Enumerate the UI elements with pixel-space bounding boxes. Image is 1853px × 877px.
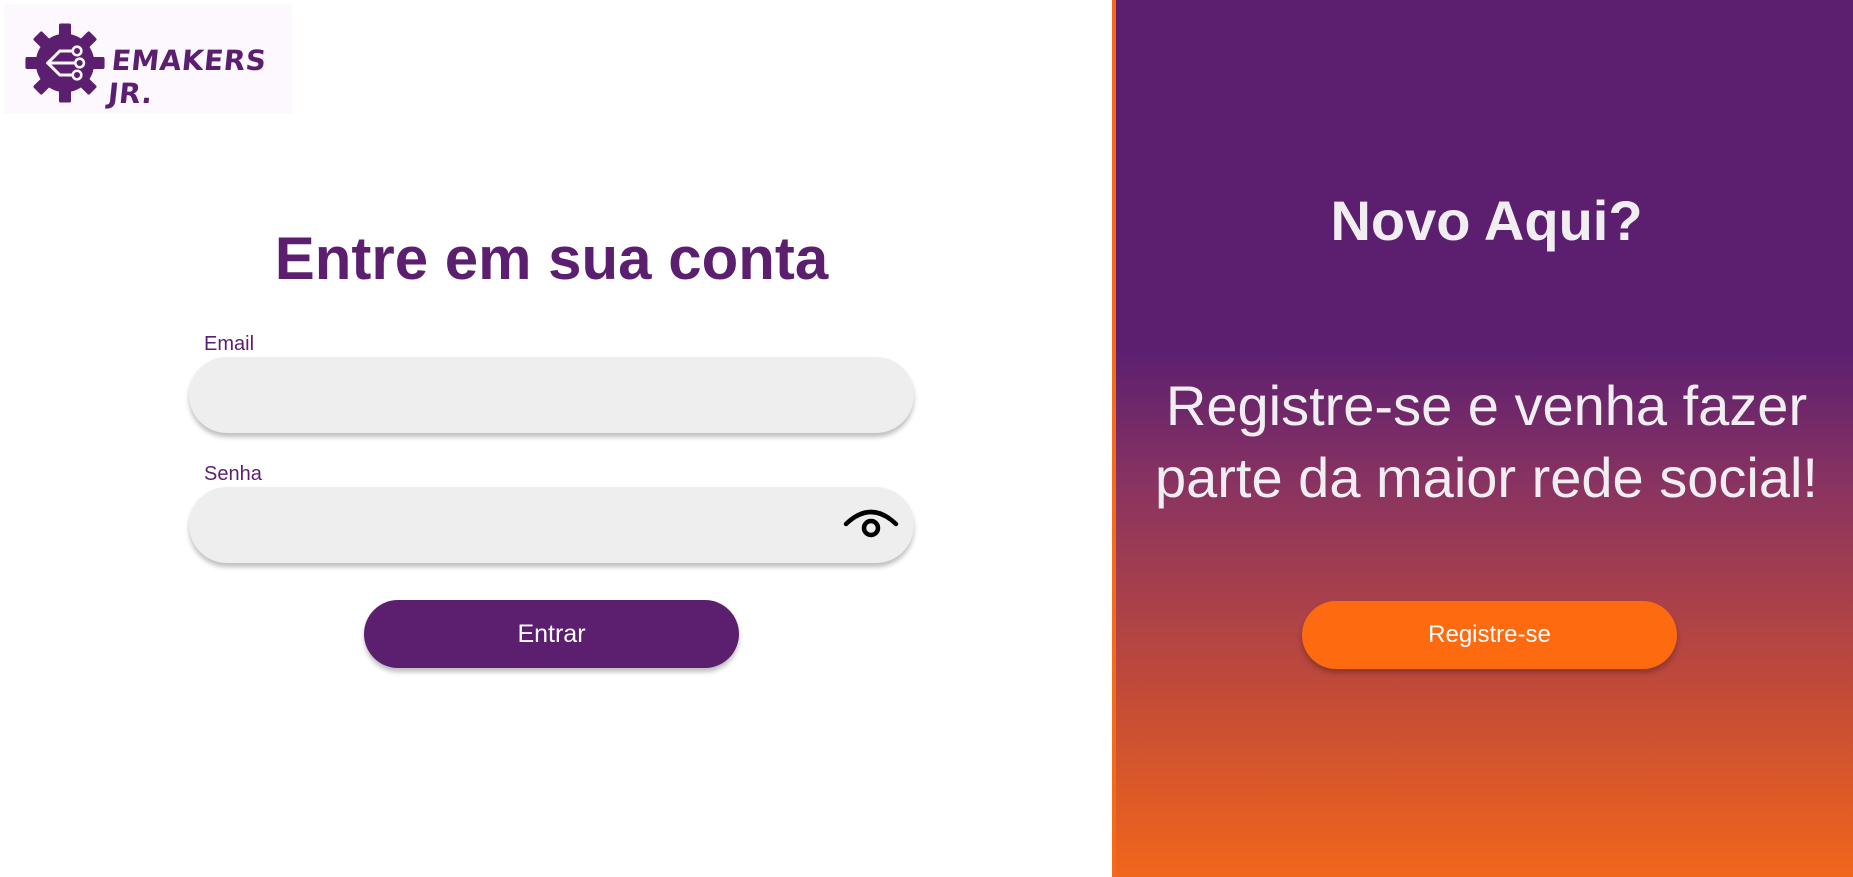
register-button[interactable]: Registre-se	[1302, 601, 1677, 669]
email-field[interactable]	[189, 357, 914, 433]
eye-icon[interactable]	[843, 504, 899, 544]
gear-circuit-icon	[25, 23, 105, 103]
register-message: Registre-se e venha fazer parte da maior…	[1154, 374, 1818, 509]
password-label: Senha	[204, 463, 262, 485]
login-title: Entre em sua conta	[274, 225, 829, 292]
login-button[interactable]: Entrar	[364, 600, 739, 668]
register-panel: Novo Aqui? Registre-se e venha fazer par…	[1112, 0, 1853, 877]
login-page: EMAKERS JR. Entre em sua conta Email Sen…	[0, 0, 1853, 877]
login-panel: EMAKERS JR. Entre em sua conta Email Sen…	[0, 0, 1112, 877]
register-heading: Novo Aqui?	[1330, 189, 1643, 252]
email-label: Email	[204, 333, 255, 355]
brand-logo: EMAKERS JR.	[4, 4, 292, 114]
password-field[interactable]	[189, 487, 914, 563]
brand-name: EMAKERS JR.	[106, 44, 269, 110]
